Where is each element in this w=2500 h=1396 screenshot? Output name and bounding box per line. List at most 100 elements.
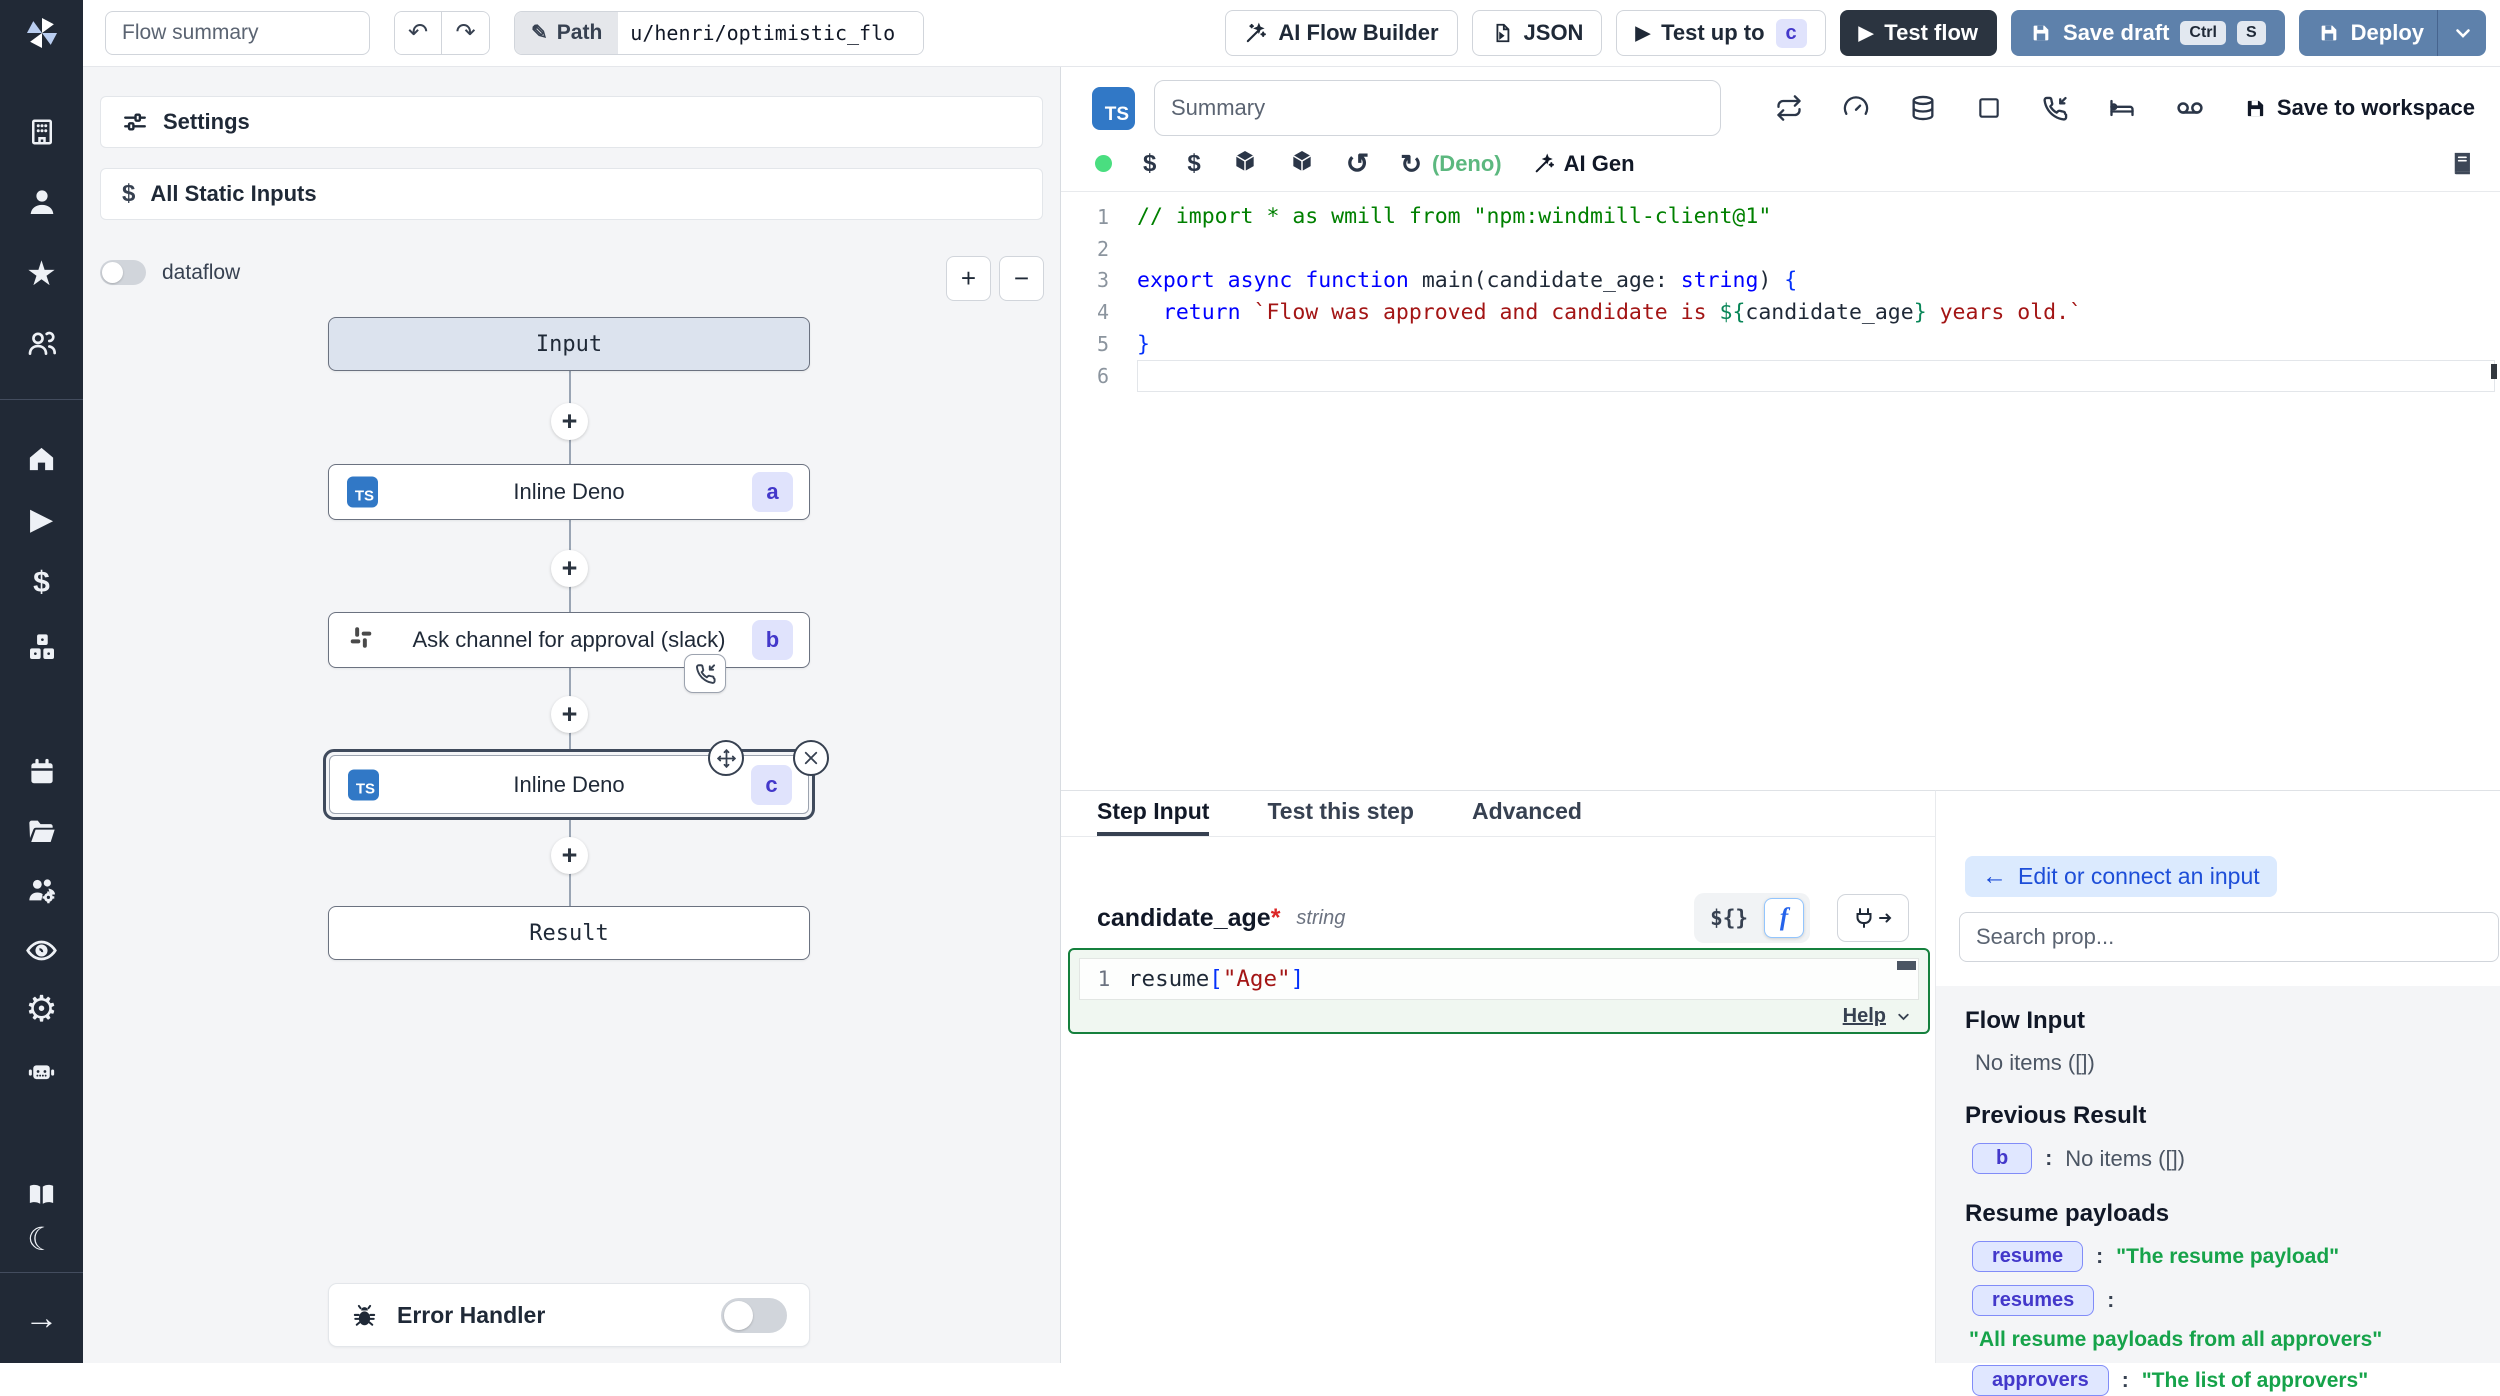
previous-result-row: b : No items ([]): [1972, 1143, 2490, 1174]
error-handler-card[interactable]: Error Handler: [328, 1283, 810, 1347]
code-editor[interactable]: 1// import * as wmill from "npm:windmill…: [1061, 192, 2500, 392]
home-icon[interactable]: [0, 438, 83, 478]
move-step-button[interactable]: [708, 740, 744, 776]
flow-summary-input[interactable]: [105, 11, 370, 55]
json-button[interactable]: JSON: [1472, 10, 1603, 56]
windmill-logo-icon[interactable]: [0, 13, 83, 53]
step-summary-input[interactable]: [1154, 80, 1721, 136]
concurrency-voicemail-icon[interactable]: [2175, 93, 2205, 123]
expression-editor[interactable]: 1 resume["Age"] Help: [1068, 948, 1930, 1034]
resources-cubes-icon[interactable]: [0, 627, 83, 667]
workspace-building-icon[interactable]: [0, 112, 83, 152]
variables-dollar-icon[interactable]: $: [0, 563, 83, 603]
connect-input-panel: ← Edit or connect an input Flow Input No…: [1935, 790, 2500, 1363]
code-line[interactable]: 3export async function main(candidate_ag…: [1061, 265, 2500, 297]
code-line[interactable]: 5}: [1061, 328, 2500, 360]
approval-phone-badge[interactable]: [684, 654, 726, 693]
code-line[interactable]: 6: [1061, 360, 2500, 392]
resumes-desc: "All resume payloads from all approvers": [1969, 1328, 2490, 1352]
cache-database-icon[interactable]: [1909, 94, 1937, 122]
sleep-bed-icon[interactable]: [2108, 94, 2136, 122]
path-button[interactable]: ✎ Path: [515, 12, 618, 54]
separator: :: [2045, 1147, 2052, 1171]
suspend-phone-icon[interactable]: [2041, 94, 2069, 122]
code-line[interactable]: 4 return `Flow was approved and candidat…: [1061, 296, 2500, 328]
expand-sidebar-arrow-icon[interactable]: →: [0, 1298, 83, 1338]
redo-button[interactable]: ↷: [442, 12, 489, 54]
test-flow-button[interactable]: ▶ Test flow: [1840, 10, 1997, 56]
ai-gen-button[interactable]: AI Gen: [1533, 151, 1635, 177]
delete-step-button[interactable]: [793, 740, 829, 776]
ai-flow-builder-button[interactable]: AI Flow Builder: [1225, 10, 1457, 56]
chevron-down-icon[interactable]: [2451, 21, 2475, 45]
tab-test-this-step[interactable]: Test this step: [1267, 791, 1414, 836]
settings-label: Settings: [163, 109, 250, 135]
expression-line[interactable]: 1 resume["Age"]: [1079, 958, 1919, 1000]
flow-input-node[interactable]: Input: [328, 317, 810, 371]
script-library-book-icon[interactable]: [2448, 150, 2475, 177]
deno-runtime-label: (Deno): [1432, 151, 1502, 177]
all-static-inputs-card[interactable]: $ All Static Inputs: [100, 168, 1043, 220]
save-draft-button[interactable]: Save draft Ctrl S: [2011, 10, 2285, 56]
expression-help[interactable]: Help: [1843, 1005, 1912, 1028]
dataflow-label: dataflow: [162, 261, 240, 285]
retry-repeat-icon[interactable]: [1775, 94, 1803, 122]
resources-dollar-icon[interactable]: $: [1187, 152, 1200, 176]
help-link[interactable]: Help: [1843, 1005, 1886, 1028]
zoom-in-button[interactable]: +: [946, 256, 991, 301]
undo-button[interactable]: ↶: [395, 12, 442, 54]
reset-rotate-ccw-icon[interactable]: ↺: [1346, 150, 1369, 178]
step-b-node[interactable]: Ask channel for approval (slack) b: [328, 612, 810, 668]
editor-toolbar: $ $ ↺ ↻ (Deno) AI Gen: [1061, 144, 2500, 192]
package-cube-icon[interactable]: [1232, 148, 1258, 179]
reload-rotate-cw-icon[interactable]: ↻: [1400, 151, 1422, 177]
variables-dollar-icon[interactable]: $: [1143, 152, 1156, 176]
search-prop-input[interactable]: [1959, 912, 2499, 962]
dataflow-toggle[interactable]: [100, 260, 146, 285]
settings-gear-icon[interactable]: ⚙: [0, 989, 83, 1029]
workers-robot-icon[interactable]: [0, 1051, 83, 1091]
docs-book-icon[interactable]: [0, 1174, 83, 1214]
connect-input-plug-button[interactable]: [1837, 894, 1909, 942]
zoom-out-button[interactable]: −: [999, 256, 1044, 301]
groups-gear-icon[interactable]: [0, 871, 83, 911]
user-icon[interactable]: [0, 182, 83, 222]
step-a-node[interactable]: TS Inline Deno a: [328, 464, 810, 520]
prop-badge-b[interactable]: b: [1972, 1143, 2032, 1174]
insert-step-button[interactable]: +: [551, 837, 588, 874]
line-number: 1: [1061, 205, 1137, 229]
javascript-mode-button[interactable]: f: [1764, 898, 1804, 938]
audit-eye-icon[interactable]: [0, 930, 83, 970]
path-input[interactable]: [618, 12, 923, 54]
insert-step-button[interactable]: +: [551, 550, 588, 587]
prop-badge-resume[interactable]: resume: [1972, 1241, 2083, 1272]
prop-badge-approvers[interactable]: approvers: [1972, 1365, 2109, 1396]
code-line[interactable]: 1// import * as wmill from "npm:windmill…: [1061, 201, 2500, 233]
deploy-button[interactable]: Deploy: [2299, 10, 2486, 56]
flow-result-node[interactable]: Result: [328, 906, 810, 960]
edit-or-connect-button[interactable]: ← Edit or connect an input: [1965, 856, 2277, 897]
timeout-gauge-icon[interactable]: [1842, 94, 1870, 122]
tab-step-input[interactable]: Step Input: [1097, 791, 1209, 836]
favorites-star-icon[interactable]: ★: [0, 254, 83, 294]
schedules-calendar-icon[interactable]: [0, 752, 83, 792]
tab-advanced[interactable]: Advanced: [1472, 791, 1582, 836]
test-up-to-label: Test up to: [1661, 20, 1764, 46]
runs-play-icon[interactable]: ▶: [0, 500, 83, 540]
prop-badge-resumes[interactable]: resumes: [1972, 1285, 2094, 1316]
insert-step-button[interactable]: +: [551, 403, 588, 440]
template-mode-button[interactable]: ${}: [1700, 906, 1758, 930]
error-handler-toggle[interactable]: [721, 1298, 787, 1333]
folders-icon[interactable]: [0, 812, 83, 852]
step-b-label: Ask channel for approval (slack): [412, 627, 725, 653]
save-to-workspace-button[interactable]: Save to workspace: [2244, 95, 2475, 121]
package-cube-icon[interactable]: [1289, 148, 1315, 179]
code-line[interactable]: 2: [1061, 233, 2500, 265]
test-up-to-button[interactable]: ▶ Test up to c: [1616, 10, 1825, 56]
dark-mode-moon-icon[interactable]: ☾: [0, 1219, 83, 1259]
insert-step-button[interactable]: +: [551, 696, 588, 733]
pencil-icon: ✎: [531, 23, 548, 43]
mock-square-icon[interactable]: [1976, 95, 2002, 121]
settings-card[interactable]: Settings: [100, 96, 1043, 148]
users-group-icon[interactable]: [0, 323, 83, 363]
